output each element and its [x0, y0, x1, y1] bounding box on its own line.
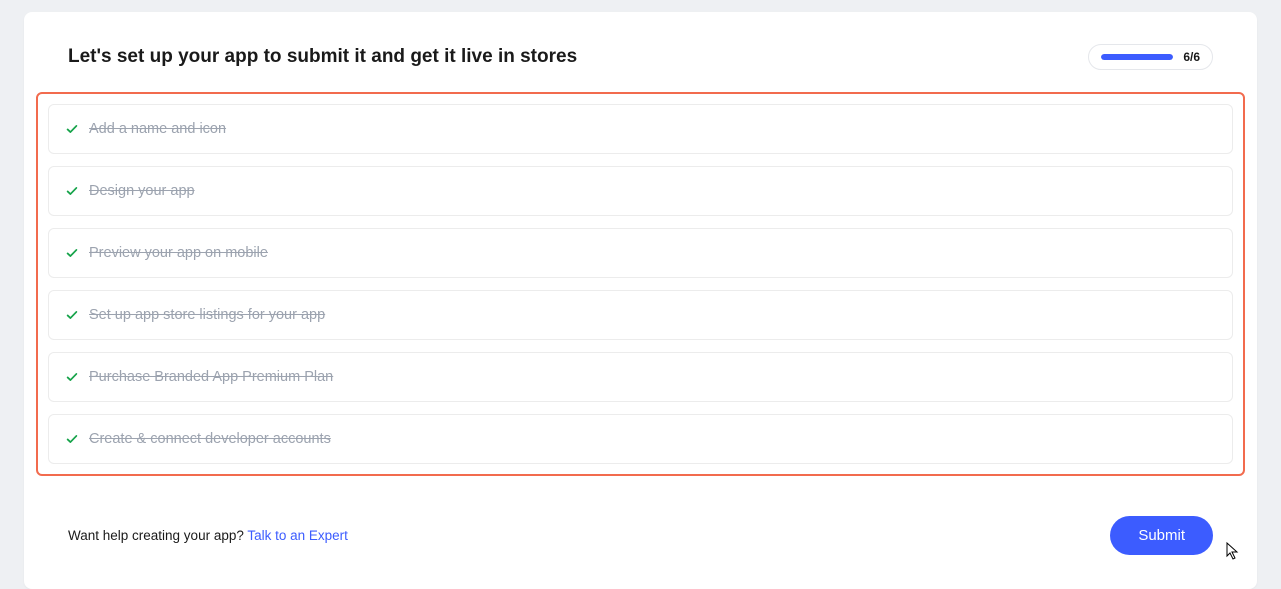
progress-track: [1101, 54, 1173, 60]
check-icon: [65, 308, 79, 322]
step-label: Set up app store listings for your app: [89, 307, 325, 323]
progress-label: 6/6: [1183, 50, 1200, 64]
check-icon: [65, 122, 79, 136]
submit-button[interactable]: Submit: [1110, 516, 1213, 555]
step-row[interactable]: Purchase Branded App Premium Plan: [48, 352, 1233, 402]
step-row[interactable]: Set up app store listings for your app: [48, 290, 1233, 340]
steps-list-highlight: Add a name and icon Design your app Prev…: [36, 92, 1245, 476]
step-row[interactable]: Add a name and icon: [48, 104, 1233, 154]
progress-indicator: 6/6: [1088, 44, 1213, 70]
step-row[interactable]: Design your app: [48, 166, 1233, 216]
step-label: Add a name and icon: [89, 121, 226, 137]
talk-to-expert-link[interactable]: Talk to an Expert: [247, 528, 348, 543]
check-icon: [65, 184, 79, 198]
check-icon: [65, 246, 79, 260]
footer-row: Want help creating your app? Talk to an …: [36, 516, 1245, 555]
header-row: Let's set up your app to submit it and g…: [36, 44, 1245, 70]
help-text: Want help creating your app? Talk to an …: [68, 528, 348, 543]
progress-fill: [1101, 54, 1173, 60]
step-row[interactable]: Preview your app on mobile: [48, 228, 1233, 278]
step-label: Purchase Branded App Premium Plan: [89, 369, 333, 385]
step-label: Preview your app on mobile: [89, 245, 268, 261]
help-prefix: Want help creating your app?: [68, 528, 247, 543]
check-icon: [65, 432, 79, 446]
step-label: Design your app: [89, 183, 195, 199]
page-title: Let's set up your app to submit it and g…: [68, 46, 577, 68]
step-label: Create & connect developer accounts: [89, 431, 331, 447]
check-icon: [65, 370, 79, 384]
step-row[interactable]: Create & connect developer accounts: [48, 414, 1233, 464]
setup-panel: Let's set up your app to submit it and g…: [24, 12, 1257, 589]
